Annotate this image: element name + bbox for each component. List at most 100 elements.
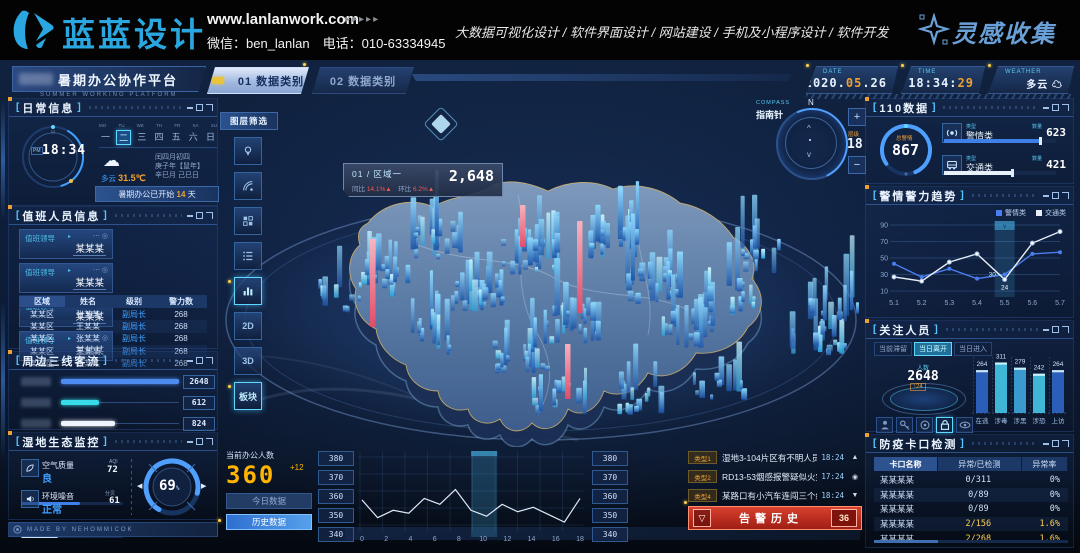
checkpoint-row[interactable]: 某某某某2/2681.6% xyxy=(874,531,1068,546)
noise-value: 61 xyxy=(109,496,120,506)
checkpoint-col-header[interactable]: 卡口名称 xyxy=(874,457,938,471)
alert-row[interactable]: 类型1湿地3-104片区有不明人员闯入18:24▲ xyxy=(688,450,860,465)
progress-bar xyxy=(944,171,1056,175)
office-count-delta: +12 xyxy=(290,463,304,472)
edge-decoration xyxy=(1,300,5,460)
gauge-right-arrow[interactable]: ▶ xyxy=(201,482,206,490)
tab-data-category-1[interactable]: 01 数据类别 xyxy=(207,67,309,94)
svg-text:90: 90 xyxy=(880,223,888,230)
scrollbar-track[interactable] xyxy=(874,540,1068,543)
checkpoint-col-header[interactable]: 异常/已检测 xyxy=(938,457,1022,471)
svg-text:v: v xyxy=(1003,224,1006,230)
clock-time: 18:34 xyxy=(42,143,86,158)
key-icon[interactable] xyxy=(896,417,913,433)
alert-time: 17:24 xyxy=(821,472,844,481)
weekday-cn[interactable]: 二 xyxy=(116,130,131,145)
alert-row[interactable]: 类型4某路口有小汽车连闯三个红灯18:24▼ xyxy=(688,488,860,503)
today-data-button[interactable]: 今日数据 xyxy=(226,493,312,509)
window-controls[interactable] xyxy=(1043,192,1069,199)
window-controls[interactable] xyxy=(1043,104,1069,111)
panel-focus-persons: [关注人员] 当前滞留当日离开当日进入 人数 2648 ↑24 264在逃311… xyxy=(865,320,1074,432)
window-controls[interactable] xyxy=(187,212,213,219)
checkpoint-row[interactable]: 某某某某2/1561.6% xyxy=(874,517,1068,532)
weekday-cn[interactable]: 五 xyxy=(170,130,183,145)
gauge-left-arrow[interactable]: ◀ xyxy=(137,482,142,490)
weekday-en: MO xyxy=(99,123,106,128)
flow-bar xyxy=(61,379,179,384)
arrows-decoration: ▸▸▸▸▸ xyxy=(345,14,380,25)
alert-history-banner[interactable]: ▽ 告警历史 36 xyxy=(688,506,862,530)
110-rows: 类型警情类数量623类型交通类数量421 xyxy=(944,123,1066,181)
left-footer-strip: MADE BY NEHOMMICOK xyxy=(8,522,218,537)
duty-leader-card[interactable]: 值班领导▸⋯ ◎某某某 xyxy=(19,229,113,259)
weekday-cn[interactable]: 六 xyxy=(187,130,200,145)
layer-button-板块[interactable]: 板块 xyxy=(234,382,262,410)
weekday-cn[interactable]: 一 xyxy=(99,130,112,145)
person-icon[interactable] xyxy=(876,417,893,433)
duty-table-row[interactable]: 某某区张某某副局长268 xyxy=(19,308,207,320)
compass-dial[interactable]: ^ v xyxy=(776,108,848,180)
window-controls[interactable] xyxy=(1043,440,1069,447)
lunar-line: 辛巳月 己巳日 xyxy=(155,171,204,180)
layer-button-pin[interactable] xyxy=(234,137,262,165)
window-controls[interactable] xyxy=(1043,326,1069,333)
checkpoint-row[interactable]: 某某某某0/890% xyxy=(874,502,1068,517)
focus-tab[interactable]: 当日离开 xyxy=(914,342,952,356)
noise-status: 正常 xyxy=(42,501,62,516)
window-controls[interactable] xyxy=(187,104,213,111)
svg-text:在逃: 在逃 xyxy=(976,416,990,425)
y-axis-box: 340 xyxy=(592,527,628,542)
history-data-button[interactable]: 历史数据 xyxy=(226,514,312,530)
duty-cell: 王某某 xyxy=(65,321,111,332)
weekday-cn[interactable]: 三 xyxy=(135,130,148,145)
checkpoint-rows: 某某某某0/3110%某某某某0/890%某某某某0/890%某某某某2/156… xyxy=(874,473,1068,546)
duty-leader-card[interactable]: 值班领导▸⋯ ◎某某某 xyxy=(19,263,113,293)
count-value: 623 xyxy=(1046,126,1066,139)
checkpoint-row[interactable]: 某某某某0/890% xyxy=(874,488,1068,503)
window-controls[interactable] xyxy=(187,438,213,445)
layer-button-list[interactable] xyxy=(234,242,262,270)
svg-text:2: 2 xyxy=(384,536,388,543)
y-axis-box: 350 xyxy=(318,508,354,523)
weekday-cn[interactable]: 日 xyxy=(204,130,217,145)
office-history-chart: 024681012141618 xyxy=(358,451,584,543)
alert-text: 湿地3-104片区有不明人员闯入 xyxy=(722,452,817,464)
lanlan-logo-icon xyxy=(12,9,58,51)
window-controls[interactable] xyxy=(187,357,213,364)
alert-direction-icon[interactable]: ◉ xyxy=(850,473,860,481)
tab-data-category-2[interactable]: 02 数据类别 xyxy=(312,67,414,94)
zoom-in-button[interactable]: + xyxy=(848,108,866,126)
y-axis-box: 360 xyxy=(318,489,354,504)
weekday-cn[interactable]: 四 xyxy=(152,130,165,145)
panel-title: 日常信息 xyxy=(22,100,74,116)
duty-table-row[interactable]: 某某区王某某副局长268 xyxy=(19,320,207,332)
layer-button-radar[interactable] xyxy=(234,172,262,200)
scrollbar-thumb[interactable] xyxy=(874,540,938,543)
focus-tab[interactable]: 当前滞留 xyxy=(874,342,912,356)
office-count-label: 当前办公人数 xyxy=(226,450,318,461)
alert-direction-icon[interactable]: ▼ xyxy=(850,492,860,499)
layer-button-chart[interactable] xyxy=(234,277,262,305)
checkpoint-row[interactable]: 某某某某0/3110% xyxy=(874,473,1068,488)
website-url[interactable]: www.lanlanwork.com xyxy=(207,11,359,28)
zoom-out-button[interactable]: − xyxy=(848,156,866,174)
svg-text:12: 12 xyxy=(51,129,56,134)
target-icon[interactable] xyxy=(916,417,933,433)
flow-value: 824 xyxy=(183,417,215,431)
layer-button-3D[interactable]: 3D xyxy=(234,347,262,375)
lock-icon[interactable] xyxy=(936,417,953,433)
duty-table-row[interactable]: 某某区张某某副局长268 xyxy=(19,333,207,345)
button-dot xyxy=(218,519,221,522)
alert-row[interactable]: 类型2RD13-53烟感报警疑似火灾17:24◉ xyxy=(688,469,860,484)
layer-button-grid[interactable] xyxy=(234,207,262,235)
topbar-decoration xyxy=(412,74,792,81)
svg-text:4: 4 xyxy=(408,536,412,543)
flow-label-blur xyxy=(21,398,51,407)
time-widget: TIME 18:34:29 xyxy=(901,66,985,94)
alert-direction-icon[interactable]: ▲ xyxy=(850,454,860,461)
platform-title: 暑期办公协作平台 xyxy=(58,70,178,89)
focus-icon-strip xyxy=(876,417,973,433)
checkpoint-col-header[interactable]: 异常率 xyxy=(1022,457,1068,471)
layer-button-2D[interactable]: 2D xyxy=(234,312,262,340)
warning-icon: ▽ xyxy=(693,509,711,527)
